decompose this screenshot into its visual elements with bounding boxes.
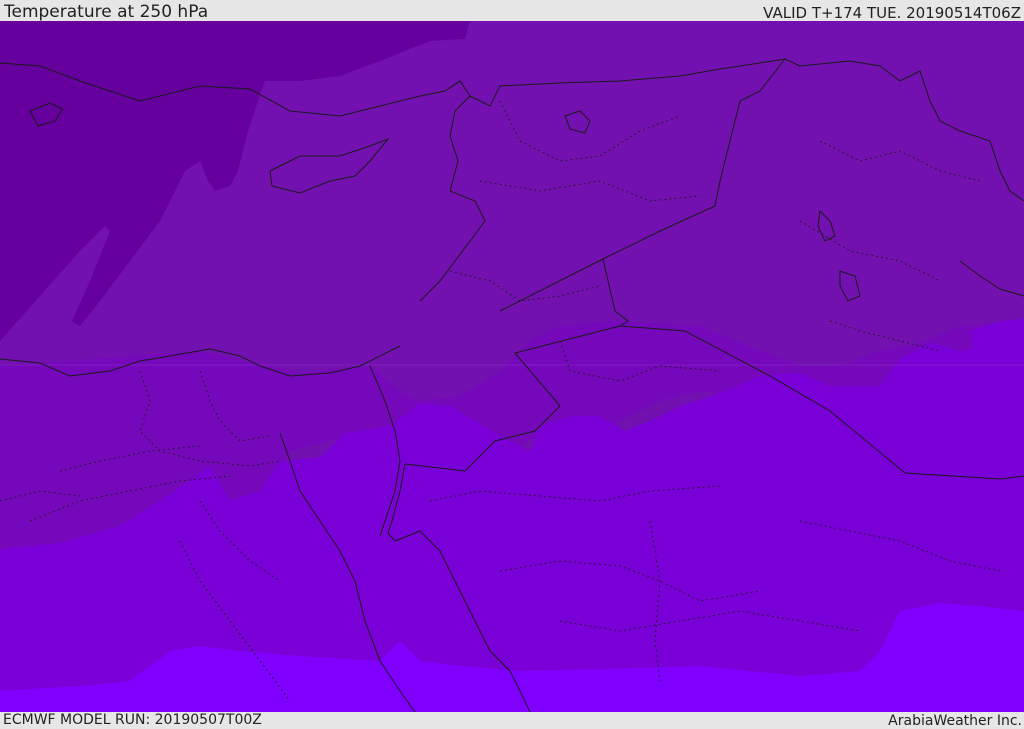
top-bar: Temperature at 250 hPa VALID T+174 TUE. …	[0, 0, 1024, 22]
bottom-bar: ECMWF MODEL RUN: 20190507T00Z ArabiaWeat…	[0, 712, 1024, 729]
brand-credit: ArabiaWeather Inc.	[888, 713, 1022, 729]
model-run: ECMWF MODEL RUN: 20190507T00Z	[3, 712, 262, 728]
weather-map[interactable]	[0, 21, 1024, 712]
valid-time: VALID T+174 TUE. 20190514T06Z	[763, 4, 1021, 22]
chart-title: Temperature at 250 hPa	[4, 2, 209, 22]
map-canvas	[0, 21, 1024, 712]
